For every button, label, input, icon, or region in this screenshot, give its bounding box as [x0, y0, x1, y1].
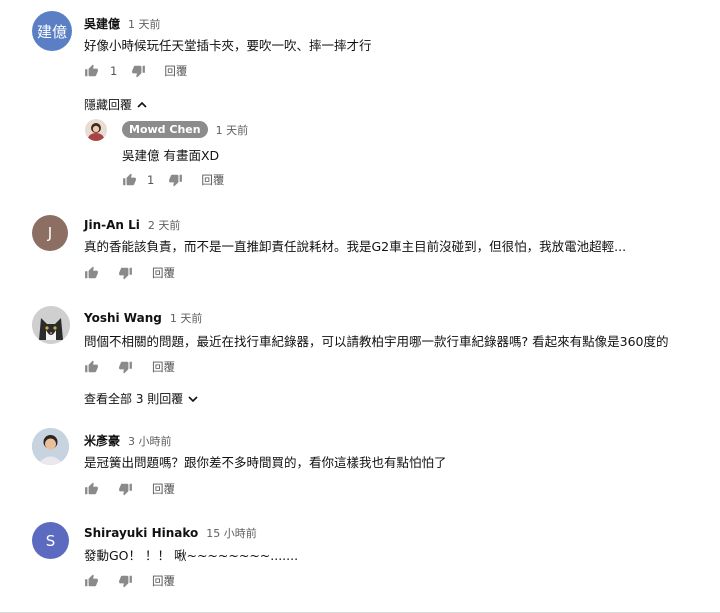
reply-actions: 1 回覆: [122, 172, 224, 188]
author-name[interactable]: Shirayuki Hinako: [84, 526, 198, 540]
reply-button[interactable]: 回覆: [201, 172, 224, 188]
thumbs-down-icon[interactable]: [118, 360, 133, 374]
comment-header: Yoshi Wang 1 天前: [84, 307, 202, 326]
view-replies-button[interactable]: 查看全部 3 則回覆: [84, 390, 198, 407]
timestamp[interactable]: 3 小時前: [128, 435, 172, 448]
timestamp[interactable]: 1 天前: [170, 312, 203, 325]
comment-text: 是冠簧出問題嗎？跟你差不多時間買的，看你這樣我也有點怕怕了: [84, 455, 447, 470]
comment-thread: 建億 吳建億 1 天前 好像小時候玩任天堂插卡夾，要吹一吹、摔一摔才行 1 回覆 …: [0, 0, 720, 200]
avatar[interactable]: J: [32, 215, 68, 251]
comment-actions: 回覆: [84, 573, 175, 589]
comment-header: Shirayuki Hinako 15 小時前: [84, 522, 257, 541]
thumbs-down-icon[interactable]: [168, 173, 183, 187]
like-count: 1: [110, 64, 118, 78]
author-name[interactable]: 米彥豪: [84, 434, 120, 448]
avatar[interactable]: S: [32, 522, 69, 559]
thumbs-up-icon[interactable]: [84, 574, 99, 588]
hide-replies-label: 隱藏回覆: [84, 98, 133, 112]
thumbs-up-icon[interactable]: [84, 266, 99, 280]
like-count: 1: [147, 173, 155, 187]
timestamp[interactable]: 1 天前: [216, 122, 249, 138]
comment-actions: 回覆: [84, 265, 175, 281]
comment-text: 好像小時候玩任天堂插卡夾，要吹一吹、摔一摔才行: [84, 38, 372, 53]
comment-header: Jin-An Li 2 天前: [84, 214, 180, 233]
author-name[interactable]: 吳建億: [84, 17, 120, 31]
reply-button[interactable]: 回覆: [152, 265, 175, 281]
avatar[interactable]: [32, 428, 69, 465]
timestamp[interactable]: 1 天前: [128, 18, 161, 31]
chevron-up-icon: [137, 98, 147, 112]
author-name[interactable]: Yoshi Wang: [84, 311, 162, 325]
hide-replies-button[interactable]: 隱藏回覆: [84, 96, 147, 113]
comment-text: 真的香能該負責，而不是一直推卸責任說耗材。我是G2車主目前沒碰到，但很怕，我放電…: [84, 239, 627, 254]
avatar[interactable]: [85, 119, 107, 141]
thumbs-up-icon[interactable]: [84, 482, 99, 496]
thumbs-up-icon[interactable]: [84, 360, 99, 374]
person-photo-icon: [32, 428, 69, 465]
comment-text: 發動GO！ ！！ 啾~~~~~~~~.......: [84, 548, 299, 563]
chevron-down-icon: [188, 392, 198, 406]
thumbs-down-icon[interactable]: [118, 266, 133, 280]
comment-actions: 1 回覆: [84, 63, 187, 79]
cat-photo-icon: [32, 306, 70, 344]
view-replies-label: 查看全部 3 則回覆: [84, 392, 184, 406]
thumbs-up-icon[interactable]: [84, 64, 99, 78]
thumbs-down-icon[interactable]: [131, 64, 146, 78]
reply-text: 吳建億 有畫面XD: [122, 148, 220, 163]
avatar[interactable]: [32, 306, 70, 344]
reply-button[interactable]: 回覆: [164, 63, 187, 79]
reply-button[interactable]: 回覆: [152, 481, 175, 497]
timestamp[interactable]: 2 天前: [148, 219, 181, 232]
thumbs-down-icon[interactable]: [118, 574, 133, 588]
comment-actions: 回覆: [84, 481, 175, 497]
reply-button[interactable]: 回覆: [152, 573, 175, 589]
thumbs-up-icon[interactable]: [122, 173, 137, 187]
author-name[interactable]: Mowd Chen: [122, 121, 208, 138]
author-name[interactable]: Jin-An Li: [84, 218, 140, 232]
comment-header: 吳建億 1 天前: [84, 13, 161, 32]
comment-text: 問個不相關的問題，最近在找行車紀錄器，可以請教柏宇用哪一款行車紀錄器嗎? 看起來…: [84, 334, 669, 349]
reply-button[interactable]: 回覆: [152, 359, 175, 375]
thumbs-down-icon[interactable]: [118, 482, 133, 496]
reply-header: Mowd Chen 1 天前: [122, 121, 248, 138]
comment-header: 米彥豪 3 小時前: [84, 430, 172, 449]
timestamp[interactable]: 15 小時前: [206, 527, 257, 540]
avatar[interactable]: 建億: [32, 11, 72, 51]
comment-actions: 回覆: [84, 359, 175, 375]
